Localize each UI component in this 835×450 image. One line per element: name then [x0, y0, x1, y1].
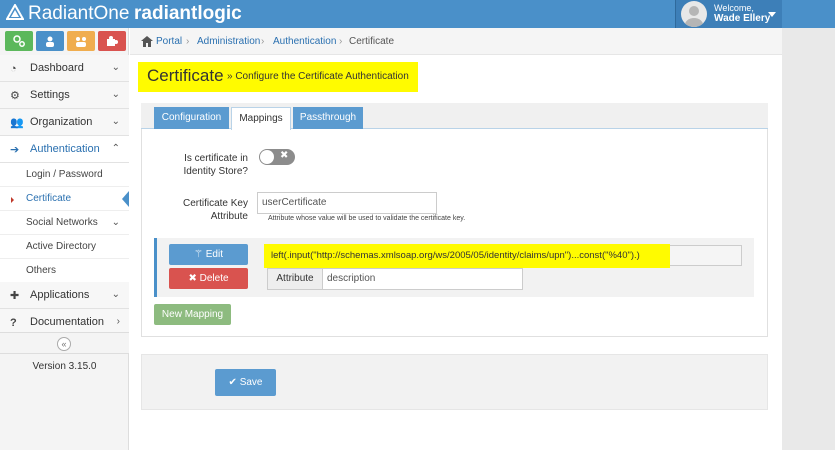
sidebar-item-authentication[interactable]: ➔ Authentication ⌃	[0, 136, 129, 163]
welcome-text: Welcome,	[714, 3, 754, 13]
breadcrumb-separator: ›	[339, 36, 343, 47]
tab-configuration[interactable]: Configuration	[154, 107, 229, 129]
identity-store-label: Is certificate in Identity Store?	[183, 153, 248, 177]
tab-mappings[interactable]: Mappings	[231, 107, 291, 130]
active-marker-icon	[11, 197, 14, 203]
sidebar-subitem-label: Certificate	[26, 193, 72, 204]
users-icon: 👥	[10, 117, 24, 129]
version-text: Version 3.15.0	[32, 361, 97, 372]
question-icon: ?	[10, 317, 17, 329]
tab-passthrough[interactable]: Passthrough	[293, 107, 363, 129]
cert-key-help: Attribute whose value will be used to va…	[268, 215, 466, 222]
sidebar-subitem-social-networks[interactable]: Social Networks ⌄	[0, 211, 129, 235]
chevron-right-icon: ›	[116, 316, 120, 327]
breadcrumb-administration[interactable]: Administration	[197, 36, 260, 47]
check-icon: ✔	[228, 377, 237, 388]
save-button[interactable]: ✔ Save	[215, 369, 276, 396]
page-title: Certificate	[147, 66, 224, 85]
puzzle-icon	[107, 36, 118, 46]
avatar	[681, 1, 707, 27]
sidebar-item-label: Dashboard	[30, 62, 84, 74]
sidebar-item-label: Applications	[30, 289, 90, 301]
user-silhouette-icon	[685, 6, 703, 27]
user-name: Wade Ellery	[714, 13, 771, 24]
sidebar-subitem-label: Social Networks	[26, 217, 98, 228]
sidebar-subitem-others[interactable]: Others	[0, 259, 129, 283]
breadcrumb: Portal › Administration › Authentication…	[130, 28, 782, 55]
sidebar-subitem-certificate[interactable]: Certificate	[0, 187, 129, 211]
sidebar-item-dashboard[interactable]: ◔ Dashboard ⌄	[0, 55, 129, 82]
sidebar-item-label: Settings	[30, 89, 70, 101]
sidebar-item-label: Organization	[30, 116, 93, 128]
page-subtitle: » Configure the Certificate Authenticati…	[227, 71, 409, 82]
magic-wand-icon: ⚚	[194, 249, 203, 260]
puzzle-icon: ✚	[10, 290, 20, 302]
delete-mapping-button[interactable]: ✖ Delete	[169, 268, 248, 289]
attribute-label: Attribute	[267, 268, 323, 290]
group-tile-button[interactable]	[67, 31, 95, 51]
sign-in-icon: ➔	[10, 144, 20, 156]
sidebar-item-applications[interactable]: ✚ Applications ⌄	[0, 282, 129, 309]
close-icon: ✖	[280, 150, 289, 161]
active-pointer-icon	[122, 191, 129, 207]
mapping-expression: left(.input("http://schemas.xmlsoap.org/…	[271, 250, 640, 261]
new-mapping-button[interactable]: New Mapping	[154, 304, 231, 325]
chevron-up-icon: ⌃	[111, 143, 120, 154]
chevron-down-icon: ⌄	[111, 62, 120, 73]
edit-label: Edit	[205, 249, 223, 260]
sidebar-collapse-bar: «	[0, 332, 129, 354]
cert-key-label: Certificate Key Attribute	[182, 198, 248, 222]
brand-name: RadiantOne	[28, 3, 130, 24]
attribute-input[interactable]: description	[322, 268, 523, 290]
chevron-down-icon: ⌄	[111, 89, 120, 100]
toggle-knob	[260, 150, 274, 164]
sidebar-item-organization[interactable]: 👥 Organization ⌄	[0, 109, 129, 136]
settings-icon	[13, 35, 25, 47]
delete-label: Delete	[199, 273, 229, 284]
home-icon	[141, 36, 153, 47]
sidebar-subitem-label: Active Directory	[26, 241, 97, 252]
breadcrumb-separator: ›	[186, 36, 190, 47]
breadcrumb-portal[interactable]: Portal	[156, 36, 182, 47]
product-name: radiantlogic	[134, 3, 242, 24]
puzzle-tile-button[interactable]	[98, 31, 126, 51]
collapse-sidebar-icon[interactable]: «	[57, 337, 71, 351]
user-tile-button[interactable]	[36, 31, 64, 51]
group-icon	[76, 37, 86, 47]
radiantone-logo-icon	[6, 4, 24, 20]
breadcrumb-separator: ›	[261, 36, 265, 47]
chevron-down-icon: ⌄	[111, 116, 120, 127]
identity-store-toggle[interactable]: ✖	[259, 149, 295, 165]
chevron-down-icon[interactable]	[768, 12, 776, 17]
sidebar-subitem-label: Login / Password	[26, 169, 103, 180]
settings-tile-button[interactable]	[5, 31, 33, 51]
sidebar-item-label: Authentication	[30, 143, 100, 155]
close-icon: ✖	[188, 273, 197, 284]
top-bar: RadiantOne radiantlogic Welcome, Wade El…	[0, 0, 835, 28]
breadcrumb-certificate: Certificate	[349, 36, 395, 47]
cert-key-input[interactable]: userCertificate	[257, 192, 437, 214]
user-menu[interactable]: Welcome, Wade Ellery	[675, 0, 782, 28]
sidebar-subitem-login-password[interactable]: Login / Password	[0, 163, 129, 187]
sidebar-subitem-label: Others	[26, 265, 57, 276]
edit-mapping-button[interactable]: ⚚ Edit	[169, 244, 248, 265]
chevron-down-icon: ⌄	[111, 289, 120, 300]
sidebar-item-label: Documentation	[30, 316, 104, 328]
chevron-down-icon: ⌄	[111, 217, 120, 228]
right-gutter	[782, 28, 835, 450]
breadcrumb-authentication[interactable]: Authentication	[273, 36, 336, 47]
save-label: Save	[239, 377, 263, 388]
sidebar-subitem-active-directory[interactable]: Active Directory	[0, 235, 129, 259]
user-icon	[46, 36, 54, 47]
cogs-icon: ⚙	[10, 90, 20, 102]
dashboard-icon: ◔	[10, 63, 17, 75]
sidebar: ◔ Dashboard ⌄ ⚙ Settings ⌄ 👥 Organizatio…	[0, 28, 129, 450]
sidebar-item-settings[interactable]: ⚙ Settings ⌄	[0, 82, 129, 109]
